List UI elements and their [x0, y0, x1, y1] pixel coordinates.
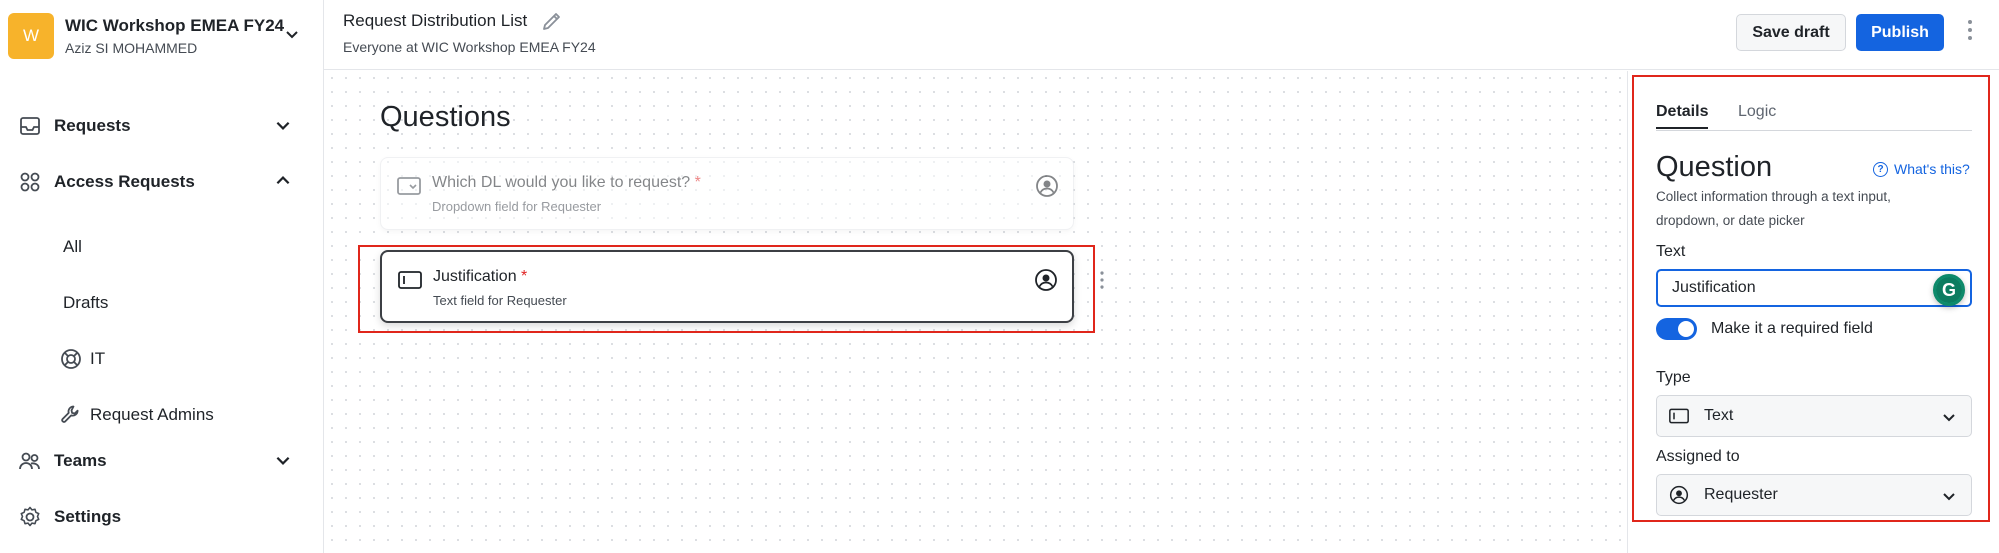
- assigned-to-value: Requester: [1704, 486, 1778, 503]
- user-circle-icon: [1035, 269, 1057, 291]
- required-asterisk: *: [690, 174, 701, 191]
- text-field-icon: [398, 271, 422, 289]
- apps-icon: [20, 172, 40, 192]
- chevron-up-icon: [276, 176, 290, 185]
- sidebar-subitem-it[interactable]: IT: [0, 337, 324, 381]
- page-subtitle: Everyone at WIC Workshop EMEA FY24: [343, 39, 596, 55]
- assigned-to-select[interactable]: Requester: [1656, 474, 1972, 516]
- sidebar-item-requests[interactable]: Requests: [0, 104, 324, 148]
- top-header: Request Distribution List Everyone at WI…: [324, 0, 1999, 70]
- details-panel: Details Logic Question ? What's this? Co…: [1627, 71, 1999, 553]
- chevron-down-icon: [276, 456, 290, 465]
- lifebuoy-icon: [61, 349, 81, 369]
- user-circle-icon: [1036, 175, 1058, 197]
- required-toggle[interactable]: [1656, 318, 1697, 340]
- required-toggle-label: Make it a required field: [1711, 320, 1873, 337]
- sidebar: W WIC Workshop EMEA FY24 Aziz SI MOHAMME…: [0, 0, 324, 553]
- form-canvas: Questions Which DL would you like to req…: [325, 71, 1627, 553]
- tab-logic[interactable]: Logic: [1738, 103, 1776, 127]
- question-subtitle: Text field for Requester: [433, 293, 567, 308]
- panel-heading: Question: [1656, 151, 1773, 183]
- workspace-logo: W: [8, 13, 54, 59]
- panel-description: Collect information through a text input…: [1656, 189, 1891, 228]
- wrench-icon: [61, 405, 79, 423]
- drag-handle-icon[interactable]: [1100, 270, 1104, 290]
- type-select-value: Text: [1704, 407, 1734, 424]
- user-circle-icon: [1669, 485, 1689, 505]
- sidebar-subitem-all[interactable]: All: [0, 225, 324, 269]
- sidebar-subitem-label: All: [63, 237, 82, 256]
- question-card-justification[interactable]: Justification * Text field for Requester: [380, 250, 1074, 323]
- sidebar-subitem-request-admins[interactable]: Request Admins: [0, 393, 324, 437]
- people-icon: [19, 452, 40, 470]
- publish-button[interactable]: Publish: [1856, 14, 1944, 51]
- sidebar-item-settings[interactable]: Settings: [0, 495, 324, 539]
- question-title: Justification *: [433, 268, 528, 285]
- whats-this-label: What's this?: [1894, 161, 1970, 177]
- required-asterisk: *: [516, 268, 528, 285]
- dropdown-field-icon: [397, 177, 421, 195]
- type-label: Type: [1656, 369, 1691, 386]
- chevron-down-icon: [1943, 493, 1955, 501]
- panel-tabs: Details Logic: [1656, 103, 1972, 131]
- workspace-user: Aziz SI MOHAMMED: [65, 40, 198, 56]
- inbox-icon: [20, 117, 40, 135]
- chevron-down-icon: [276, 121, 290, 130]
- pencil-icon[interactable]: [540, 9, 564, 33]
- chevron-down-icon: [286, 31, 298, 39]
- text-field-icon: [1669, 408, 1689, 424]
- workspace-name: WIC Workshop EMEA FY24: [65, 16, 285, 35]
- page-title: Request Distribution List: [343, 11, 528, 30]
- gear-icon: [20, 506, 40, 527]
- question-subtitle: Dropdown field for Requester: [432, 199, 602, 214]
- question-circle-icon: ?: [1873, 161, 1888, 177]
- sidebar-item-access-requests[interactable]: Access Requests: [0, 160, 324, 204]
- sidebar-item-label: Settings: [54, 507, 122, 526]
- type-select[interactable]: Text: [1656, 395, 1972, 437]
- text-label: Text: [1656, 243, 1686, 260]
- workspace-switcher[interactable]: W WIC Workshop EMEA FY24 Aziz SI MOHAMME…: [8, 12, 308, 60]
- whats-this-link[interactable]: ? What's this?: [1873, 161, 1970, 177]
- questions-heading: Questions: [380, 101, 511, 133]
- sidebar-item-teams[interactable]: Teams: [0, 439, 324, 483]
- sidebar-subitem-label: Drafts: [63, 293, 109, 312]
- save-draft-button[interactable]: Save draft: [1736, 14, 1846, 51]
- question-card-dropdown[interactable]: Which DL would you like to request? * Dr…: [380, 157, 1074, 230]
- sidebar-subitem-label: IT: [90, 349, 106, 368]
- sidebar-item-label: Requests: [54, 116, 131, 135]
- grammarly-icon[interactable]: G: [1933, 274, 1965, 306]
- tab-details[interactable]: Details: [1656, 103, 1709, 129]
- question-text-input[interactable]: [1656, 269, 1972, 307]
- sidebar-item-label: Teams: [54, 451, 107, 470]
- sidebar-subitem-label: Request Admins: [90, 405, 214, 424]
- chevron-down-icon: [1943, 414, 1955, 422]
- sidebar-item-label: Access Requests: [54, 172, 195, 191]
- assigned-to-label: Assigned to: [1656, 448, 1740, 465]
- question-title: Which DL would you like to request? *: [432, 174, 701, 191]
- sidebar-subitem-drafts[interactable]: Drafts: [0, 281, 324, 325]
- more-options-icon[interactable]: [1966, 20, 1974, 46]
